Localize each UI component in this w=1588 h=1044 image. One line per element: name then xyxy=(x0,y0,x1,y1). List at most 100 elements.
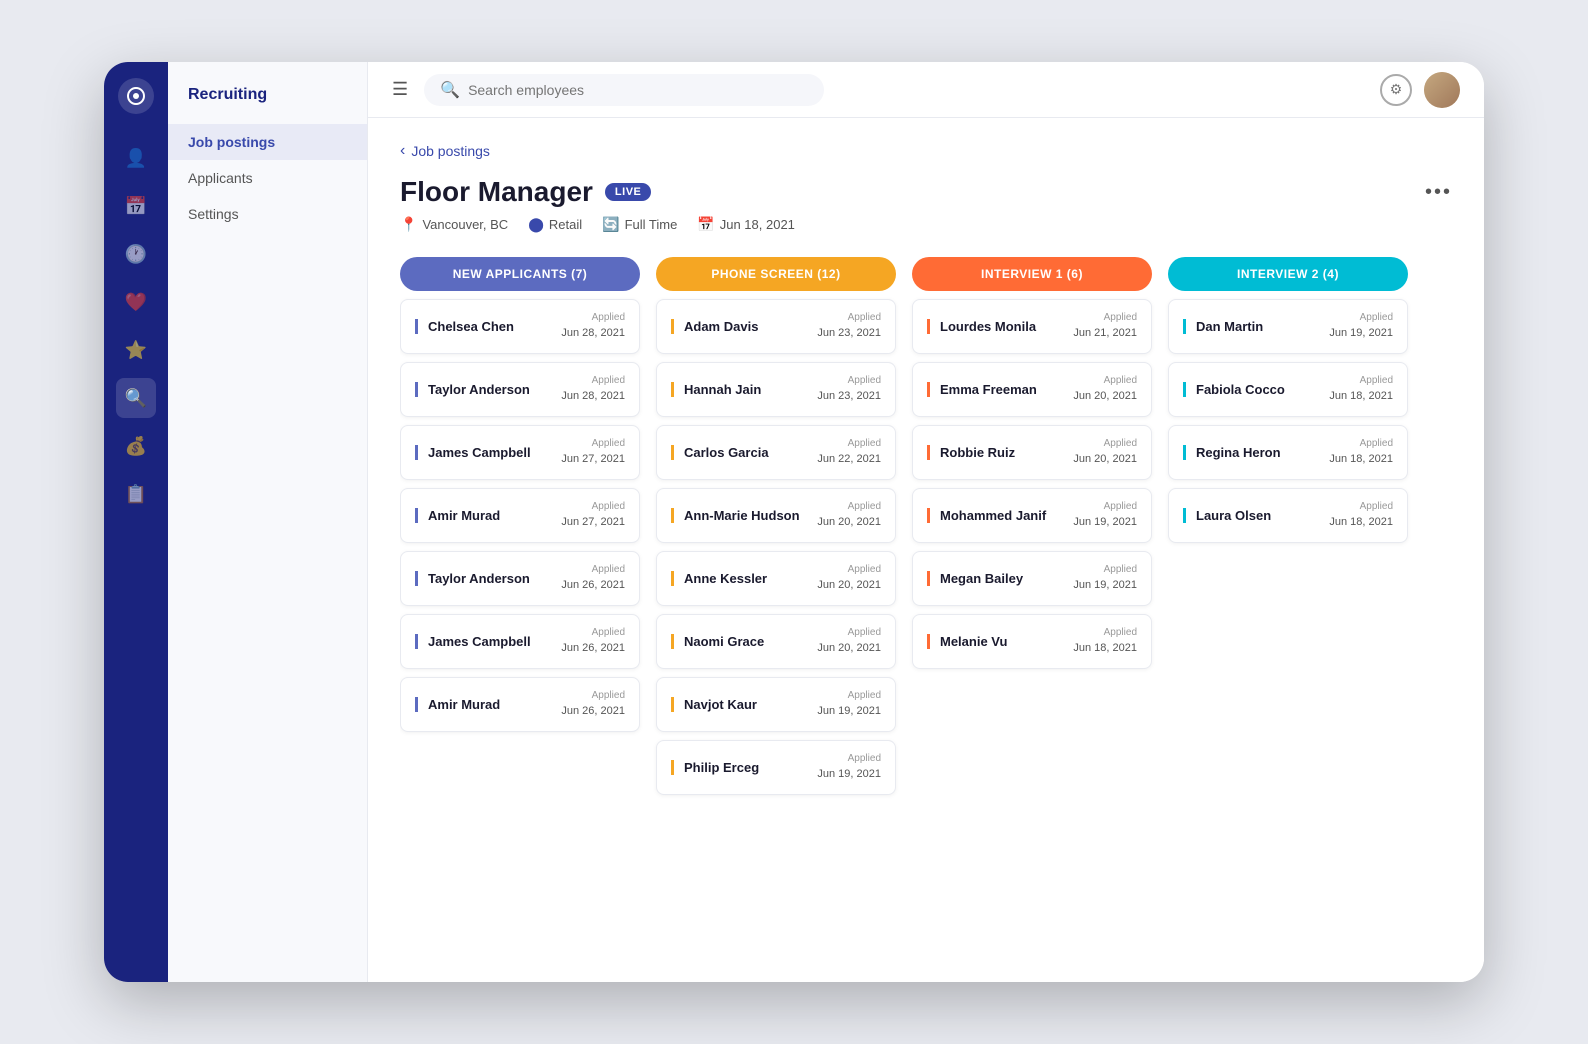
applicant-card[interactable]: Amir Murad Applied Jun 26, 2021 xyxy=(400,677,640,732)
applicant-card[interactable]: Ann-Marie Hudson Applied Jun 20, 2021 xyxy=(656,488,896,543)
applied-date: Jun 26, 2021 xyxy=(561,642,625,654)
nav-icon-clock[interactable]: 🕐 xyxy=(116,234,156,274)
sidebar-item-applicants[interactable]: Applicants xyxy=(168,160,367,196)
card-left: Carlos Garcia xyxy=(671,445,769,460)
main-content: ☰ 🔍 ⚙ ‹ Job postings Floor Manager xyxy=(368,62,1484,982)
nav-icon-search[interactable]: 🔍 xyxy=(116,378,156,418)
kanban-column-phone-screen: PHONE SCREEN (12) Adam Davis Applied Jun… xyxy=(656,257,896,795)
applied-date: Jun 21, 2021 xyxy=(1073,327,1137,339)
card-left: Amir Murad xyxy=(415,697,500,712)
card-right: Applied Jun 28, 2021 xyxy=(561,312,625,341)
applicant-card[interactable]: Megan Bailey Applied Jun 19, 2021 xyxy=(912,551,1152,606)
applied-label: Applied xyxy=(561,501,625,512)
applied-date: Jun 28, 2021 xyxy=(561,327,625,339)
applied-label: Applied xyxy=(561,312,625,323)
left-nav-title: Recruiting xyxy=(168,86,367,124)
applicant-name: Ann-Marie Hudson xyxy=(684,508,800,523)
card-left: Robbie Ruiz xyxy=(927,445,1015,460)
card-right: Applied Jun 21, 2021 xyxy=(1073,312,1137,341)
card-right: Applied Jun 18, 2021 xyxy=(1073,627,1137,656)
applicant-card[interactable]: Lourdes Monila Applied Jun 21, 2021 xyxy=(912,299,1152,354)
applicant-name: Adam Davis xyxy=(684,319,758,334)
applicant-name: Taylor Anderson xyxy=(428,382,530,397)
card-left: Taylor Anderson xyxy=(415,571,530,586)
applicant-card[interactable]: Fabiola Cocco Applied Jun 18, 2021 xyxy=(1168,362,1408,417)
applicant-card[interactable]: Mohammed Janif Applied Jun 19, 2021 xyxy=(912,488,1152,543)
applicant-card[interactable]: Taylor Anderson Applied Jun 26, 2021 xyxy=(400,551,640,606)
card-right: Applied Jun 19, 2021 xyxy=(817,753,881,782)
applicant-card[interactable]: Robbie Ruiz Applied Jun 20, 2021 xyxy=(912,425,1152,480)
applicant-card[interactable]: Hannah Jain Applied Jun 23, 2021 xyxy=(656,362,896,417)
applicant-card[interactable]: James Campbell Applied Jun 26, 2021 xyxy=(400,614,640,669)
topbar: ☰ 🔍 ⚙ xyxy=(368,62,1484,118)
applicant-card[interactable]: Naomi Grace Applied Jun 20, 2021 xyxy=(656,614,896,669)
applicant-card[interactable]: Regina Heron Applied Jun 18, 2021 xyxy=(1168,425,1408,480)
applicant-card[interactable]: Philip Erceg Applied Jun 19, 2021 xyxy=(656,740,896,795)
applied-label: Applied xyxy=(1329,438,1393,449)
column-header-new-applicants: NEW APPLICANTS (7) xyxy=(400,257,640,291)
applicant-name: Mohammed Janif xyxy=(940,508,1046,523)
card-left: Mohammed Janif xyxy=(927,508,1046,523)
nav-icon-money[interactable]: 💰 xyxy=(116,426,156,466)
card-left: Taylor Anderson xyxy=(415,382,530,397)
applied-label: Applied xyxy=(817,312,881,323)
kanban-column-interview-1: INTERVIEW 1 (6) Lourdes Monila Applied J… xyxy=(912,257,1152,795)
sidebar-item-settings[interactable]: Settings xyxy=(168,196,367,232)
card-left: Hannah Jain xyxy=(671,382,761,397)
applied-label: Applied xyxy=(817,564,881,575)
card-left: Adam Davis xyxy=(671,319,758,334)
applicant-name: Amir Murad xyxy=(428,697,500,712)
nav-icon-heart[interactable]: ❤️ xyxy=(116,282,156,322)
icon-sidebar: 👤 📅 🕐 ❤️ ⭐ 🔍 💰 📋 xyxy=(104,62,168,982)
applied-label: Applied xyxy=(817,690,881,701)
more-options-button[interactable]: ••• xyxy=(1425,181,1452,204)
topbar-right: ⚙ xyxy=(1380,72,1460,108)
applicant-card[interactable]: Carlos Garcia Applied Jun 22, 2021 xyxy=(656,425,896,480)
applicant-name: Chelsea Chen xyxy=(428,319,514,334)
nav-icon-star[interactable]: ⭐ xyxy=(116,330,156,370)
applied-label: Applied xyxy=(561,690,625,701)
settings-icon[interactable]: ⚙ xyxy=(1380,74,1412,106)
card-left: Philip Erceg xyxy=(671,760,759,775)
applied-date: Jun 20, 2021 xyxy=(817,579,881,591)
applied-label: Applied xyxy=(817,501,881,512)
card-left: Fabiola Cocco xyxy=(1183,382,1285,397)
nav-icon-calendar[interactable]: 📅 xyxy=(116,186,156,226)
applicant-name: Melanie Vu xyxy=(940,634,1007,649)
search-input[interactable] xyxy=(468,82,808,98)
applicant-card[interactable]: Chelsea Chen Applied Jun 28, 2021 xyxy=(400,299,640,354)
applied-label: Applied xyxy=(1329,501,1393,512)
applicant-card[interactable]: Dan Martin Applied Jun 19, 2021 xyxy=(1168,299,1408,354)
applicant-card[interactable]: James Campbell Applied Jun 27, 2021 xyxy=(400,425,640,480)
applicant-card[interactable]: Anne Kessler Applied Jun 20, 2021 xyxy=(656,551,896,606)
applicant-card[interactable]: Amir Murad Applied Jun 27, 2021 xyxy=(400,488,640,543)
applicant-card[interactable]: Laura Olsen Applied Jun 18, 2021 xyxy=(1168,488,1408,543)
card-right: Applied Jun 20, 2021 xyxy=(817,564,881,593)
logo-icon[interactable] xyxy=(118,78,154,114)
applied-date: Jun 27, 2021 xyxy=(561,453,625,465)
card-left: Anne Kessler xyxy=(671,571,767,586)
avatar[interactable] xyxy=(1424,72,1460,108)
card-left: Emma Freeman xyxy=(927,382,1037,397)
kanban-board: NEW APPLICANTS (7) Chelsea Chen Applied … xyxy=(400,257,1452,811)
applicant-card[interactable]: Adam Davis Applied Jun 23, 2021 xyxy=(656,299,896,354)
applicant-card[interactable]: Taylor Anderson Applied Jun 28, 2021 xyxy=(400,362,640,417)
applied-date: Jun 19, 2021 xyxy=(817,768,881,780)
column-header-interview-2: INTERVIEW 2 (4) xyxy=(1168,257,1408,291)
applied-label: Applied xyxy=(561,438,625,449)
breadcrumb[interactable]: ‹ Job postings xyxy=(400,142,1452,160)
nav-icon-docs[interactable]: 📋 xyxy=(116,474,156,514)
location-icon: 📍 xyxy=(400,216,417,233)
hamburger-icon[interactable]: ☰ xyxy=(392,79,408,100)
applicant-name: Hannah Jain xyxy=(684,382,761,397)
applicant-name: Philip Erceg xyxy=(684,760,759,775)
applicant-card[interactable]: Melanie Vu Applied Jun 18, 2021 xyxy=(912,614,1152,669)
applicant-name: Carlos Garcia xyxy=(684,445,769,460)
applicant-card[interactable]: Navjot Kaur Applied Jun 19, 2021 xyxy=(656,677,896,732)
card-left: Navjot Kaur xyxy=(671,697,757,712)
nav-icon-contacts[interactable]: 👤 xyxy=(116,138,156,178)
applicant-card[interactable]: Emma Freeman Applied Jun 20, 2021 xyxy=(912,362,1152,417)
sidebar-item-job-postings[interactable]: Job postings xyxy=(168,124,367,160)
breadcrumb-label: Job postings xyxy=(411,143,490,159)
applied-date: Jun 18, 2021 xyxy=(1329,516,1393,528)
